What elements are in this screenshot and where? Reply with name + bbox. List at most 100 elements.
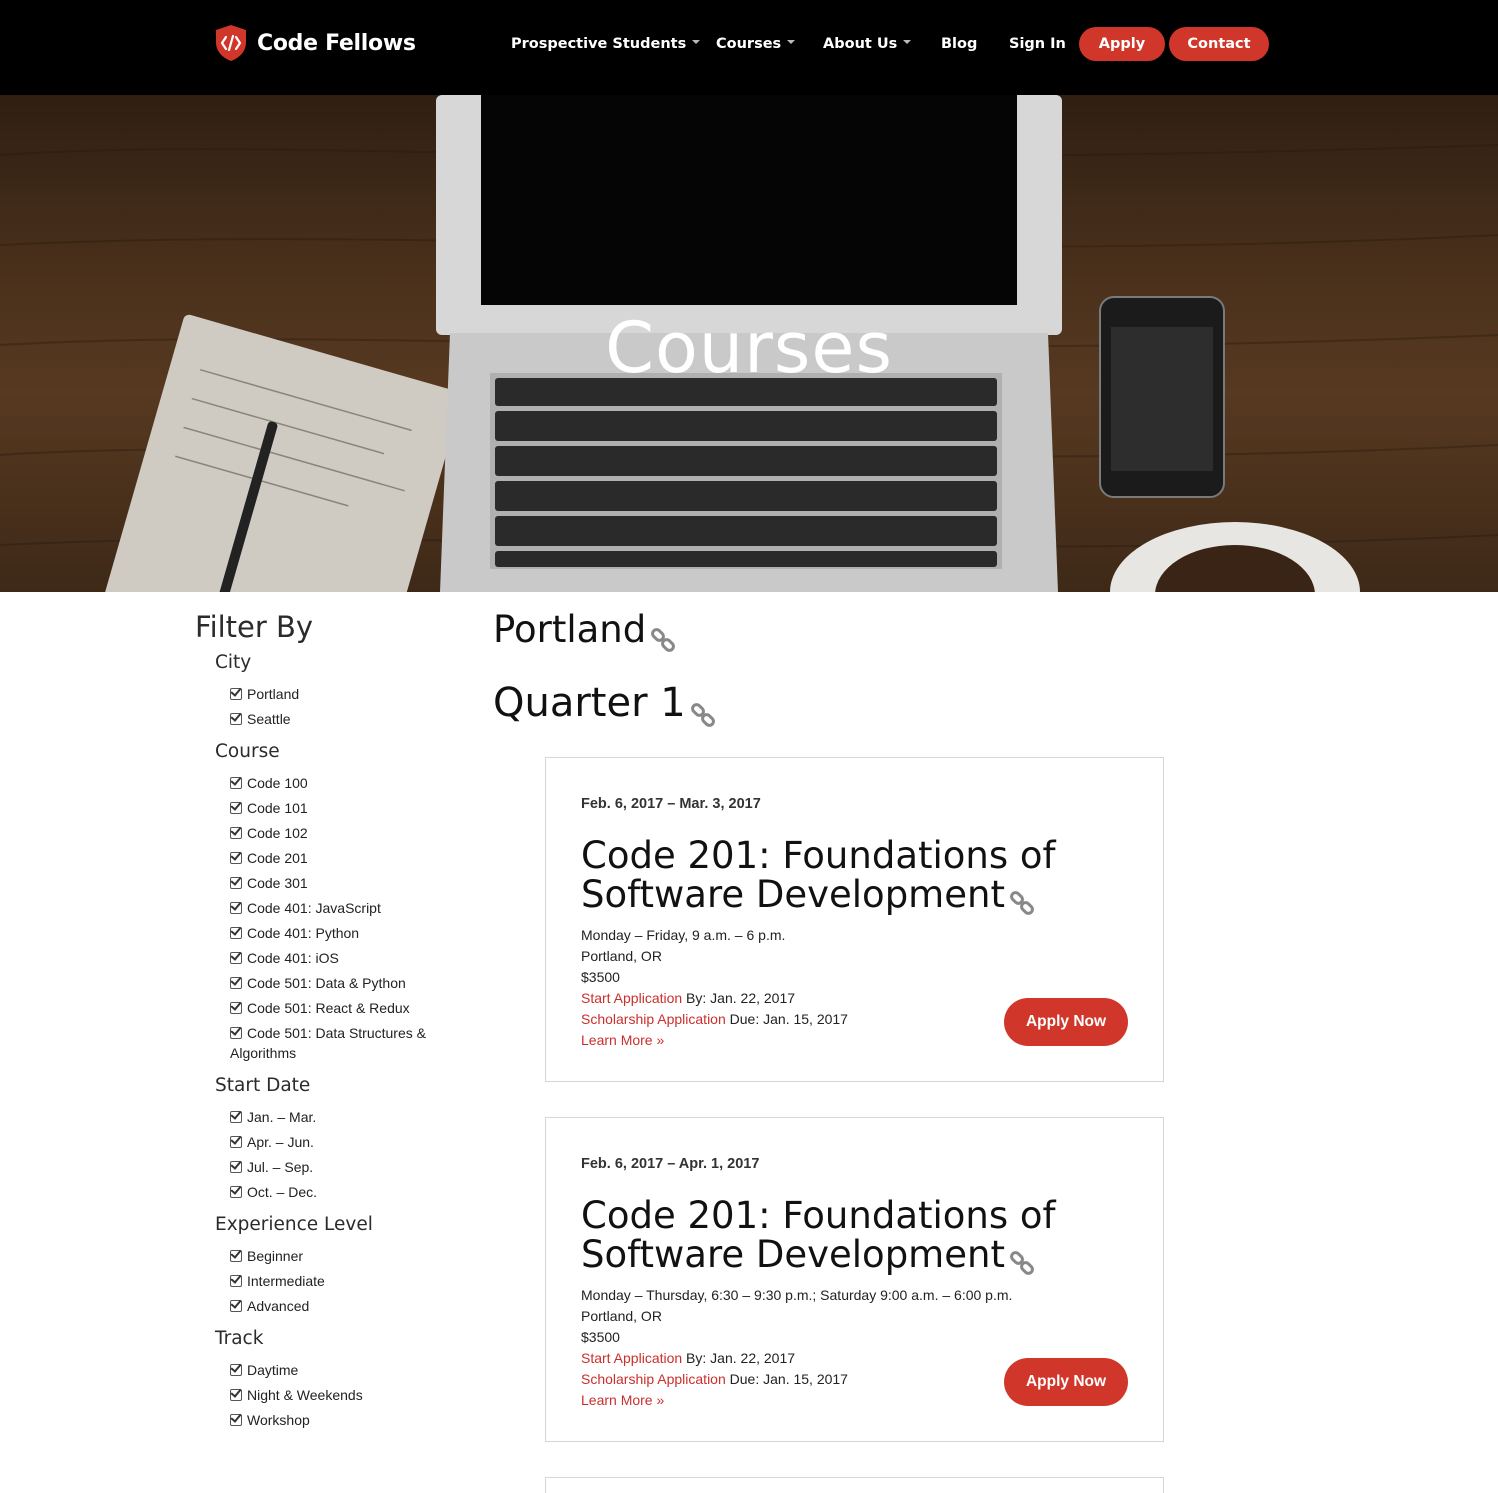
learn-more-link[interactable]: Learn More »	[581, 1030, 664, 1051]
course-schedule: Monday – Thursday, 6:30 – 9:30 p.m.; Sat…	[581, 1287, 1013, 1303]
link-icon[interactable]	[650, 619, 676, 652]
checkbox-checked-icon	[230, 977, 242, 989]
filter-option-label: Code 201	[247, 850, 308, 866]
start-application-link[interactable]: Start Application	[581, 990, 682, 1006]
filter-option-intermediate[interactable]: Intermediate	[230, 1271, 445, 1291]
scholarship-application-link[interactable]: Scholarship Application	[581, 1011, 726, 1027]
filter-option-code-501-dsa[interactable]: Code 501: Data Structures & Algorithms	[230, 1023, 435, 1063]
filter-option-code-201[interactable]: Code 201	[230, 848, 445, 868]
course-card-partial	[545, 1477, 1164, 1493]
filter-option-label: Beginner	[247, 1248, 304, 1264]
nav-about-us[interactable]: About Us	[823, 27, 912, 61]
filter-option-code-401-javascript[interactable]: Code 401: JavaScript	[230, 898, 445, 918]
checkbox-checked-icon	[230, 1027, 242, 1039]
quarter-heading-text: Quarter 1	[493, 680, 686, 726]
filter-option-label: Jan. – Mar.	[247, 1109, 317, 1125]
nav-courses[interactable]: Courses	[716, 27, 796, 61]
checkbox-checked-icon	[230, 852, 242, 864]
checkbox-checked-icon	[230, 1111, 242, 1123]
apply-now-button[interactable]: Apply Now	[1004, 1358, 1128, 1406]
course-dates: Feb. 6, 2017 – Mar. 3, 2017	[581, 796, 761, 812]
contact-button[interactable]: Contact	[1169, 27, 1269, 61]
start-application-line: Start Application By: Jan. 22, 2017	[581, 1348, 795, 1369]
filter-option-jan-mar[interactable]: Jan. – Mar.	[230, 1107, 445, 1127]
filter-option-advanced[interactable]: Advanced	[230, 1296, 445, 1316]
filter-option-beginner[interactable]: Beginner	[230, 1246, 445, 1266]
start-application-line: Start Application By: Jan. 22, 2017	[581, 988, 795, 1009]
course-title: Code 201: Foundations of Software Develo…	[581, 1194, 1141, 1276]
filter-option-label: Code 101	[247, 800, 308, 816]
course-schedule: Monday – Friday, 9 a.m. – 6 p.m.	[581, 927, 786, 943]
course-card: Feb. 6, 2017 – Apr. 1, 2017 Code 201: Fo…	[545, 1117, 1164, 1442]
start-application-deadline: By: Jan. 22, 2017	[682, 1350, 796, 1366]
apply-button[interactable]: Apply	[1079, 27, 1165, 61]
filter-option-code-401-ios[interactable]: Code 401: iOS	[230, 948, 445, 968]
course-title-line: Code 201: Foundations of	[581, 1194, 1056, 1237]
filter-group-track: Track	[215, 1328, 264, 1349]
checkbox-checked-icon	[230, 1389, 242, 1401]
course-price: $3500	[581, 969, 620, 985]
filter-option-label: Code 501: Data Structures & Algorithms	[230, 1025, 426, 1061]
checkbox-checked-icon	[230, 1414, 242, 1426]
course-title-line: Software Development	[581, 1233, 1005, 1276]
filter-option-code-401-python[interactable]: Code 401: Python	[230, 923, 445, 943]
checkbox-checked-icon	[230, 1136, 242, 1148]
filter-option-label: Intermediate	[247, 1273, 325, 1289]
caret-down-icon	[692, 40, 701, 44]
filter-option-label: Code 501: Data & Python	[247, 975, 406, 991]
apply-now-button[interactable]: Apply Now	[1004, 998, 1128, 1046]
scholarship-application-link[interactable]: Scholarship Application	[581, 1371, 726, 1387]
checkbox-checked-icon	[230, 1250, 242, 1262]
nav-blog[interactable]: Blog	[941, 27, 977, 61]
filter-option-apr-jun[interactable]: Apr. – Jun.	[230, 1132, 445, 1152]
course-price: $3500	[581, 1329, 620, 1345]
course-card: Feb. 6, 2017 – Mar. 3, 2017 Code 201: Fo…	[545, 757, 1164, 1082]
nav-label: Prospective Students	[511, 36, 687, 52]
checkbox-checked-icon	[230, 1186, 242, 1198]
checkbox-checked-icon	[230, 1161, 242, 1173]
caret-down-icon	[903, 40, 912, 44]
course-title: Code 201: Foundations of Software Develo…	[581, 834, 1141, 915]
link-icon[interactable]	[1009, 1244, 1035, 1275]
filter-option-code-100[interactable]: Code 100	[230, 773, 445, 793]
checkbox-checked-icon	[230, 952, 242, 964]
filter-option-code-101[interactable]: Code 101	[230, 798, 445, 818]
course-dates: Feb. 6, 2017 – Apr. 1, 2017	[581, 1156, 760, 1172]
nav-sign-in[interactable]: Sign In	[1009, 27, 1066, 61]
checkbox-checked-icon	[230, 902, 242, 914]
nav-prospective-students[interactable]: Prospective Students	[511, 27, 701, 61]
filter-option-seattle[interactable]: Seattle	[230, 709, 445, 729]
caret-down-icon	[787, 40, 796, 44]
filter-option-code-301[interactable]: Code 301	[230, 873, 445, 893]
filter-option-code-102[interactable]: Code 102	[230, 823, 445, 843]
link-icon[interactable]	[690, 692, 716, 727]
filter-option-label: Portland	[247, 686, 300, 702]
filter-option-daytime[interactable]: Daytime	[230, 1360, 445, 1380]
filter-groups: City Portland Seattle Course Code 100 Co…	[195, 0, 455, 1493]
filter-option-label: Code 501: React & Redux	[247, 1000, 410, 1016]
link-icon[interactable]	[1009, 884, 1035, 915]
filter-option-oct-dec[interactable]: Oct. – Dec.	[230, 1182, 445, 1202]
filter-option-label: Jul. – Sep.	[247, 1159, 314, 1175]
filter-option-label: Apr. – Jun.	[247, 1134, 314, 1150]
nav-label: Courses	[716, 36, 782, 52]
checkbox-checked-icon	[230, 927, 242, 939]
filter-option-portland[interactable]: Portland	[230, 684, 445, 704]
filter-option-label: Advanced	[247, 1298, 310, 1314]
checkbox-checked-icon	[230, 802, 242, 814]
checkbox-checked-icon	[230, 1002, 242, 1014]
scholarship-line: Scholarship Application Due: Jan. 15, 20…	[581, 1009, 848, 1030]
filter-option-code-501-data-python[interactable]: Code 501: Data & Python	[230, 973, 445, 993]
checkbox-checked-icon	[230, 827, 242, 839]
filter-option-night-weekends[interactable]: Night & Weekends	[230, 1385, 445, 1405]
filter-option-code-501-react-redux[interactable]: Code 501: React & Redux	[230, 998, 445, 1018]
checkbox-checked-icon	[230, 1364, 242, 1376]
filter-option-workshop[interactable]: Workshop	[230, 1410, 445, 1430]
start-application-link[interactable]: Start Application	[581, 1350, 682, 1366]
course-title-line: Code 201: Foundations of	[581, 834, 1056, 877]
checkbox-checked-icon	[230, 713, 242, 725]
filter-option-jul-sep[interactable]: Jul. – Sep.	[230, 1157, 445, 1177]
learn-more-link[interactable]: Learn More »	[581, 1390, 664, 1411]
filter-option-label: Workshop	[247, 1412, 310, 1428]
filter-option-label: Code 301	[247, 875, 308, 891]
